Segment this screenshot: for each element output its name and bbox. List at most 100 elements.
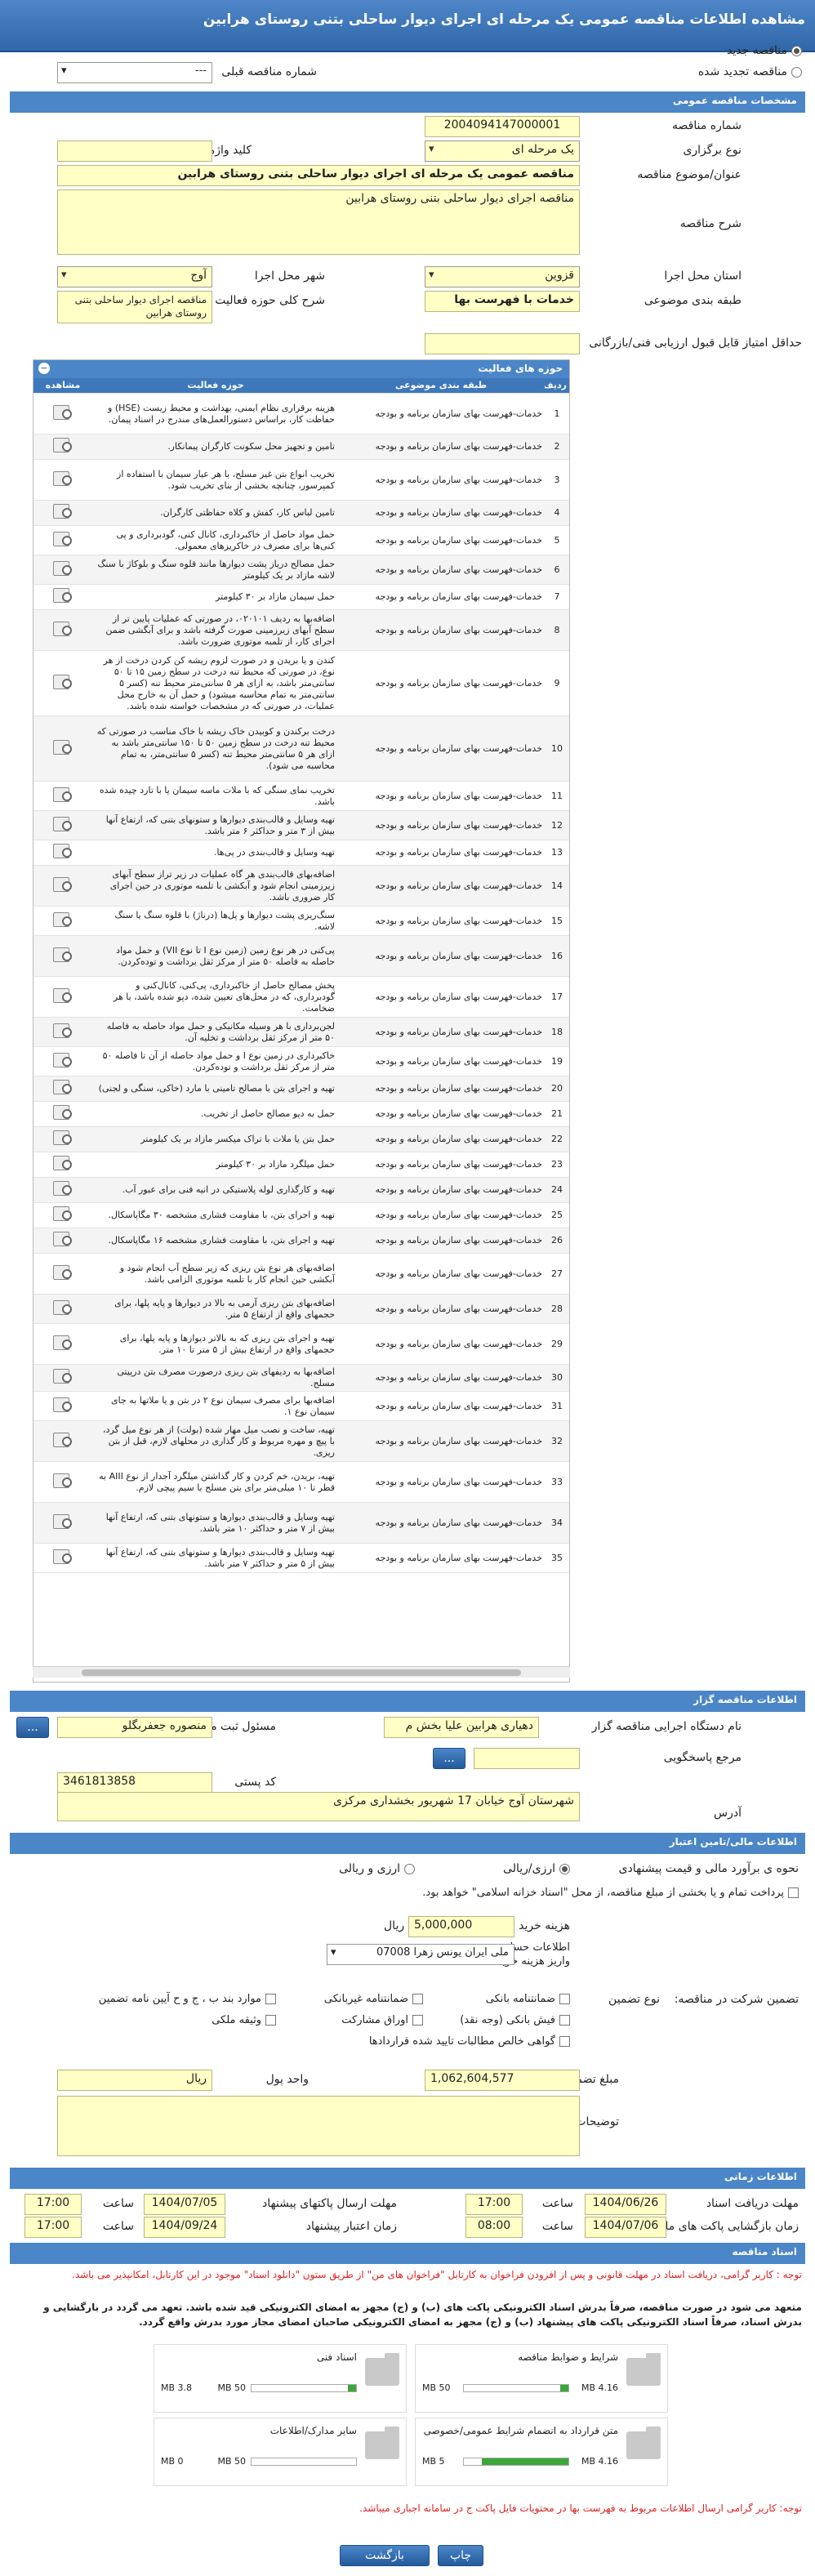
fund-opt-1[interactable]: ارزی/ریالی [503,1862,570,1875]
view-icon[interactable] [51,1396,75,1414]
row-view[interactable] [33,1202,94,1228]
view-icon[interactable] [51,1548,75,1566]
view-icon[interactable] [51,1334,75,1352]
pay-checkbox[interactable] [788,1887,799,1898]
view-icon[interactable] [51,502,75,520]
type-select[interactable]: یک مرحله ای [425,140,580,162]
guarantee-opt-7[interactable]: گواهی خالص مطالبات تایید شده قراردادها [369,2035,570,2048]
view-icon[interactable] [51,586,75,604]
resp-more-button[interactable]: ... [16,1717,49,1738]
row-view[interactable] [33,1323,94,1365]
radio-renew-dot[interactable] [791,66,802,78]
row-view[interactable] [33,1253,94,1295]
prev-number-select[interactable]: --- [57,62,212,83]
view-icon[interactable] [51,1022,75,1040]
view-icon[interactable] [51,842,75,860]
guarantee-opt-4-box[interactable] [559,2015,570,2026]
file-box-1[interactable]: شرایط و ضوابط مناقصه 4.16 MB 50 MB [415,2344,668,2413]
ref-more-button[interactable]: ... [433,1748,465,1769]
row-view[interactable] [33,1076,94,1102]
row-view[interactable] [33,555,94,585]
row-view[interactable] [33,976,94,1018]
scrollbar-thumb[interactable] [82,1669,521,1676]
file-box-4[interactable]: سایر مدارک/اطلاعات 0 MB 50 MB [154,2418,407,2486]
province-select[interactable]: قزوین [425,266,580,287]
row-view[interactable] [33,500,94,526]
row-view[interactable] [33,1391,94,1421]
guarantee-opt-1[interactable]: ضمانتنامه بانکی [486,1993,570,2005]
view-icon[interactable] [51,403,75,421]
guarantee-opt-4[interactable]: فیش بانکی (وجه نقد) [460,2014,570,2026]
row-view[interactable] [33,609,94,651]
print-button[interactable]: چاپ [438,2545,483,2566]
view-icon[interactable] [51,987,75,1005]
view-icon[interactable] [51,620,75,638]
row-view[interactable] [33,1126,94,1152]
row-view[interactable] [33,1152,94,1178]
fund-opt-1-dot[interactable] [559,1863,570,1874]
view-icon[interactable] [51,1472,75,1490]
view-icon[interactable] [51,673,75,691]
view-icon[interactable] [51,1513,75,1531]
row-view[interactable] [33,1502,94,1544]
view-icon[interactable] [51,470,75,488]
view-icon[interactable] [51,911,75,929]
view-icon[interactable] [51,1205,75,1223]
row-view[interactable] [33,1046,94,1076]
view-icon[interactable] [51,1263,75,1281]
view-icon[interactable] [51,1103,75,1121]
row-view[interactable] [33,1543,94,1573]
row-view[interactable] [33,1228,94,1254]
view-icon[interactable] [51,530,75,548]
view-icon[interactable] [51,738,75,756]
collapse-icon[interactable]: − [38,363,50,374]
view-icon[interactable] [51,1051,75,1069]
view-icon[interactable] [51,786,75,804]
radio-new[interactable]: مناقصه جدید [727,44,802,57]
account-select[interactable]: ملی ایران یونس زهرا 07008 [327,1944,514,1965]
back-button[interactable]: بازگشت [340,2545,430,2566]
fund-opt-2[interactable]: ارزی و ریالی [339,1862,415,1875]
row-view[interactable] [33,434,94,460]
view-icon[interactable] [51,559,75,577]
row-view[interactable] [33,906,94,936]
view-icon[interactable] [51,815,75,833]
file-box-3[interactable]: متن قرارداد به انضمام شرایط عمومی/خصوصی … [415,2418,668,2486]
city-select[interactable]: آوج [57,266,212,287]
activities-scrollbar[interactable] [33,1666,570,1678]
row-view[interactable] [33,393,94,435]
pay-option[interactable]: پرداخت تمام و یا بخشی از مبلغ مناقصه، از… [39,1885,799,1901]
view-icon[interactable] [51,1299,75,1317]
row-view[interactable] [33,525,94,555]
radio-new-dot[interactable] [791,45,802,56]
view-icon[interactable] [51,436,75,454]
view-icon[interactable] [51,946,75,964]
row-view[interactable] [33,1364,94,1392]
view-icon[interactable] [51,876,75,894]
row-view[interactable] [33,1017,94,1047]
radio-renew[interactable]: مناقصه تجدید شده [698,65,802,78]
guarantee-opt-5-box[interactable] [412,2015,423,2026]
guarantee-opt-6-box[interactable] [265,2015,276,2026]
view-icon[interactable] [51,1431,75,1449]
guarantee-opt-1-box[interactable] [559,1994,570,2004]
view-icon[interactable] [51,1179,75,1197]
row-view[interactable] [33,810,94,840]
guarantee-opt-2-box[interactable] [412,1994,423,2004]
view-icon[interactable] [51,1367,75,1385]
file-box-2[interactable]: اسناد فنی 3.8 MB 50 MB [154,2344,407,2413]
view-icon[interactable] [51,1154,75,1172]
row-view[interactable] [33,840,94,866]
row-view[interactable] [33,935,94,977]
guarantee-opt-2[interactable]: ضمانتنامه غیربانکی [324,1993,423,2005]
view-icon[interactable] [51,1230,75,1248]
view-icon[interactable] [51,1129,75,1147]
row-view[interactable] [33,1294,94,1324]
guarantee-opt-3[interactable]: موارد بند ب ، ج و ح آیین نامه تضمین [99,1993,276,2005]
guarantee-opt-5[interactable]: اوراق مشارکت [341,2014,423,2026]
row-view[interactable] [33,865,94,907]
row-view[interactable] [33,715,94,782]
guarantee-opt-6[interactable]: وثیقه ملکی [212,2014,276,2026]
row-view[interactable] [33,1101,94,1127]
row-view[interactable] [33,1461,94,1503]
